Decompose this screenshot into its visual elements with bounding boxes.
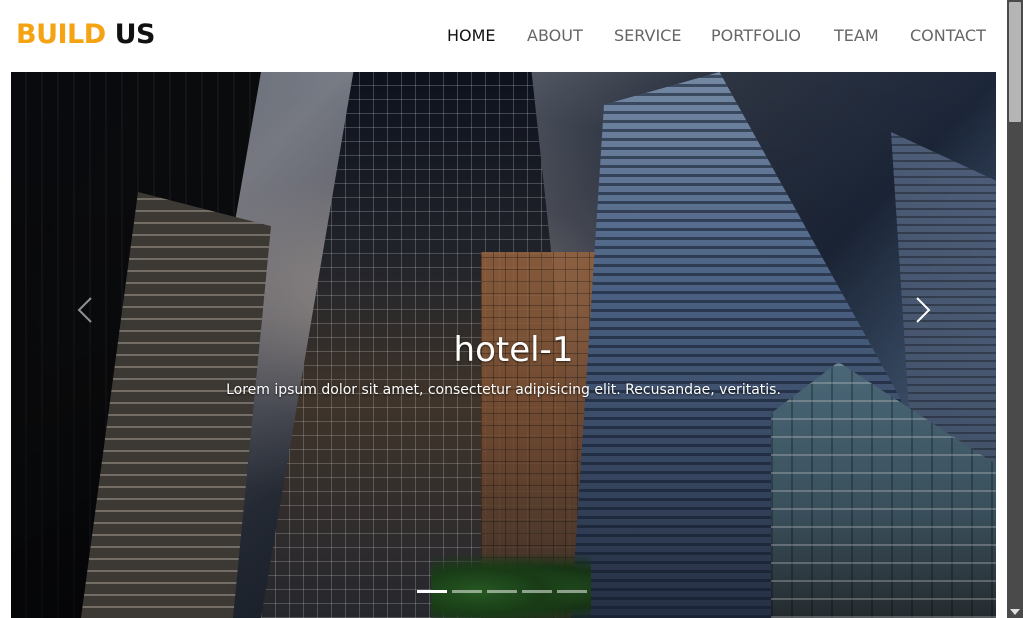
brand-part-build: BUILD (16, 19, 106, 50)
page-scrollbar[interactable] (1007, 0, 1023, 618)
caption-title: hotel-1 (453, 330, 574, 370)
brand-logo[interactable]: BUILD US (16, 16, 155, 54)
scrollbar-thumb[interactable] (1009, 2, 1021, 122)
nav-item-contact[interactable]: CONTACT (910, 24, 986, 48)
carousel-next-button[interactable] (901, 290, 941, 330)
chevron-left-icon (77, 297, 92, 323)
carousel-indicator-4[interactable] (522, 590, 552, 593)
nav-item-service[interactable]: SERVICE (614, 24, 681, 48)
carousel-indicator-1[interactable] (417, 590, 447, 593)
carousel-prev-button[interactable] (67, 290, 107, 330)
scroll-down-arrow-icon[interactable] (1010, 609, 1020, 615)
hero-carousel: hotel-1 Lorem ipsum dolor sit amet, cons… (11, 72, 996, 618)
chevron-right-icon (916, 297, 931, 323)
carousel-caption: hotel-1 Lorem ipsum dolor sit amet, cons… (11, 328, 996, 400)
brand-part-us: US (114, 19, 156, 50)
nav-item-team[interactable]: TEAM (834, 24, 879, 48)
nav-item-about[interactable]: ABOUT (527, 24, 583, 48)
carousel-indicator-2[interactable] (452, 590, 482, 593)
caption-text: Lorem ipsum dolor sit amet, consectetur … (226, 382, 781, 398)
carousel-indicator-3[interactable] (487, 590, 517, 593)
nav-item-portfolio[interactable]: PORTFOLIO (711, 24, 801, 48)
nav-item-home[interactable]: HOME (447, 24, 496, 48)
carousel-indicator-5[interactable] (557, 590, 587, 593)
navbar: BUILD US HOME ABOUT SERVICE PORTFOLIO TE… (0, 0, 1007, 72)
